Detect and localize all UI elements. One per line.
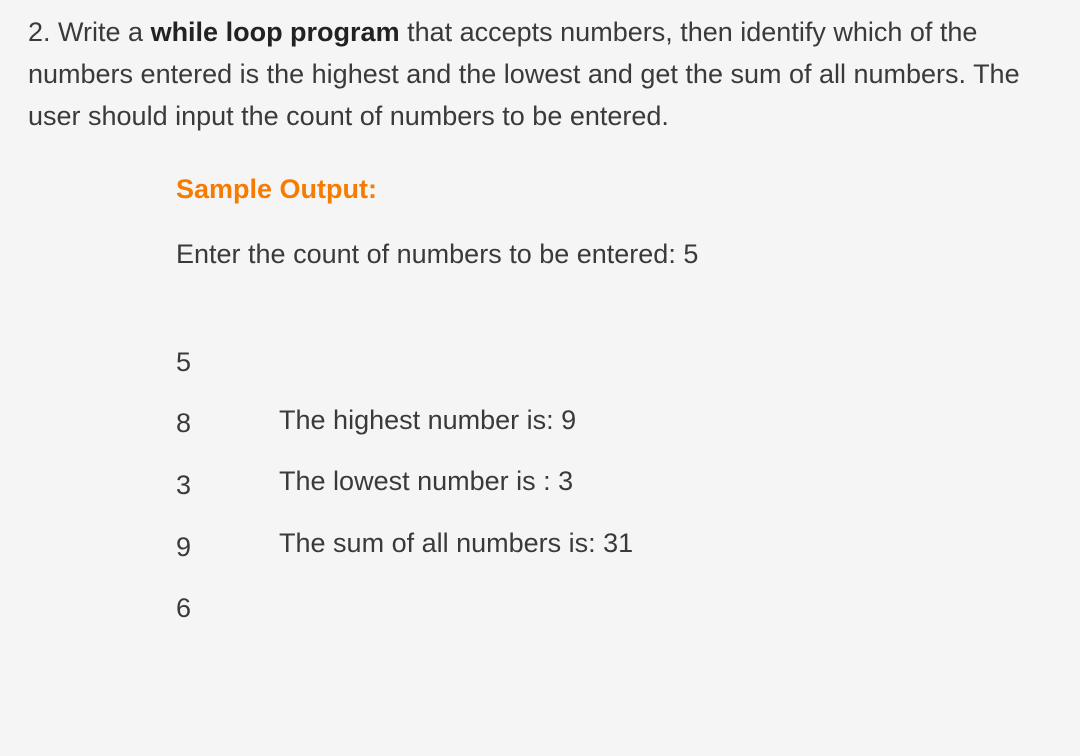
prompt-line: Enter the count of numbers to be entered… (176, 239, 1052, 270)
input-number: 9 (176, 533, 191, 563)
input-number: 8 (176, 409, 191, 439)
result-highest: The highest number is: 9 (279, 406, 633, 436)
output-section: 5 8 3 9 6 The highest number is: 9 The l… (176, 348, 1052, 624)
input-numbers-column: 5 8 3 9 6 (176, 348, 191, 624)
input-number: 5 (176, 348, 191, 378)
input-number: 6 (176, 594, 191, 624)
question-text: 2. Write a while loop program that accep… (28, 12, 1052, 138)
result-lowest: The lowest number is : 3 (279, 467, 633, 497)
question-text-before: Write a (51, 17, 151, 47)
question-bold: while loop program (151, 17, 400, 47)
indented-section: Sample Output: Enter the count of number… (28, 174, 1052, 624)
results-column: The highest number is: 9 The lowest numb… (279, 406, 633, 624)
result-sum: The sum of all numbers is: 31 (279, 529, 633, 559)
question-number: 2. (28, 17, 51, 47)
sample-output-heading: Sample Output: (176, 174, 1052, 205)
input-number: 3 (176, 471, 191, 501)
